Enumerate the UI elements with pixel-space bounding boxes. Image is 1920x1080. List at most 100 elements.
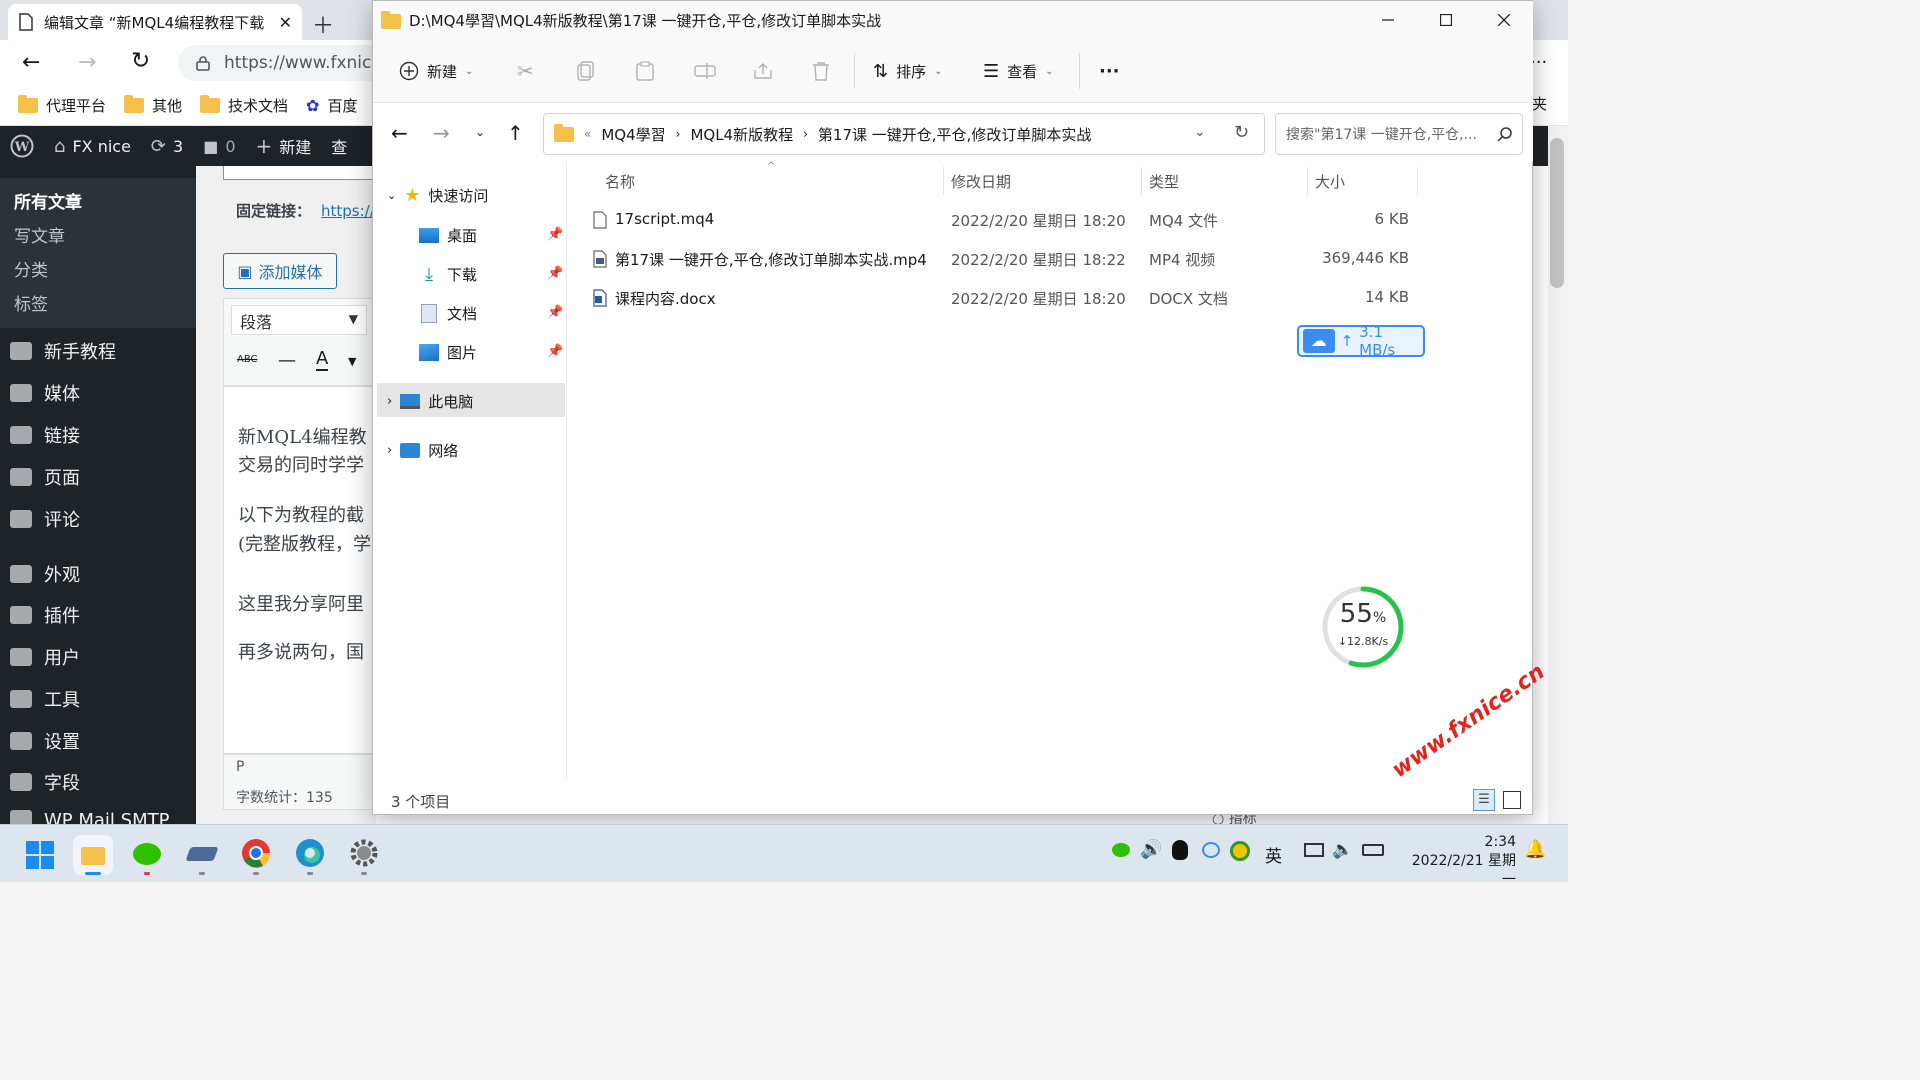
paste-icon[interactable]: [636, 39, 654, 103]
wordpress-logo-icon[interactable]: W: [10, 134, 34, 158]
permalink-link[interactable]: https://: [321, 202, 375, 220]
menu-links[interactable]: 链接: [10, 422, 80, 448]
submenu-tags[interactable]: 标签: [14, 290, 196, 324]
network-speed-gauge[interactable]: 55% ↓12.8K/s: [1321, 585, 1405, 669]
column-divider[interactable]: [1141, 167, 1142, 195]
updates-link[interactable]: ⟳ 3: [151, 136, 183, 157]
sort-button[interactable]: ⇅ 排序 ⌄: [873, 39, 943, 103]
overflow-chevron[interactable]: «: [584, 127, 591, 141]
forward-icon[interactable]: →: [78, 50, 96, 75]
post-title-field[interactable]: [223, 166, 373, 180]
file-explorer-taskbar-icon[interactable]: [73, 835, 113, 875]
speaker-tray-icon[interactable]: 🔈: [1332, 840, 1353, 860]
copy-icon[interactable]: [577, 39, 595, 103]
new-button[interactable]: 新建 ⌄: [399, 39, 473, 103]
comments-link[interactable]: ■ 0: [203, 137, 235, 156]
column-name[interactable]: 名称: [605, 171, 635, 192]
nav-this-pc[interactable]: › 此电脑: [387, 391, 473, 412]
back-icon[interactable]: ←: [22, 50, 40, 75]
menu-media[interactable]: 媒体: [10, 380, 80, 406]
menu-appearance[interactable]: 外观: [10, 561, 80, 587]
view-link[interactable]: 查: [331, 134, 347, 158]
settings-taskbar-icon[interactable]: [344, 835, 384, 875]
details-view-icon[interactable]: ☰: [1473, 789, 1495, 811]
file-row[interactable]: 17script.mq4 2022/2/20 星期日 18:20 MQ4 文件 …: [567, 202, 1427, 238]
more-options-button[interactable]: ···: [1099, 39, 1120, 103]
maximize-button[interactable]: [1417, 1, 1475, 39]
horizontal-line-icon[interactable]: —: [278, 350, 296, 371]
rename-icon[interactable]: [694, 39, 716, 103]
site-name-link[interactable]: ⌂ FX nice: [54, 136, 131, 157]
address-history-icon[interactable]: ⌄: [1194, 124, 1206, 140]
file-row[interactable]: 第17课 一键开仓,平仓,修改订单脚本实战.mp4 2022/2/20 星期日 …: [567, 241, 1427, 277]
edge-taskbar-icon[interactable]: [290, 835, 330, 875]
wechat-tray-icon[interactable]: [1112, 843, 1130, 857]
recent-locations-icon[interactable]: ⌄: [475, 125, 485, 139]
new-content-link[interactable]: + 新建: [256, 134, 312, 158]
up-icon[interactable]: ↑: [507, 121, 524, 145]
breadcrumb-item[interactable]: 第17课 一键开仓,平仓,修改订单脚本实战: [818, 124, 1091, 145]
menu-pages[interactable]: 页面: [10, 464, 80, 490]
nav-quick-access[interactable]: ⌄ ★ 快速访问: [387, 185, 488, 206]
share-icon[interactable]: [753, 39, 773, 103]
ime-indicator[interactable]: 英: [1265, 842, 1282, 867]
column-divider[interactable]: [943, 167, 944, 195]
refresh-icon[interactable]: ↻: [1234, 122, 1249, 143]
column-type[interactable]: 类型: [1149, 171, 1179, 192]
cut-icon[interactable]: ✂: [517, 39, 534, 103]
menu-settings[interactable]: 设置: [10, 728, 80, 754]
nav-desktop[interactable]: 桌面: [419, 225, 477, 246]
wechat-taskbar-icon[interactable]: [127, 835, 167, 875]
forward-icon[interactable]: →: [433, 121, 450, 145]
security-tray-icon[interactable]: [1230, 841, 1250, 861]
strikethrough-icon[interactable]: ABC: [237, 354, 258, 365]
view-button[interactable]: ☰ 查看 ⌄: [983, 39, 1054, 103]
column-date[interactable]: 修改日期: [951, 171, 1011, 192]
search-input[interactable]: 搜索"第17课 一键开仓,平仓,...: [1275, 113, 1523, 155]
nav-downloads[interactable]: ⤓ 下载: [419, 264, 477, 285]
qq-tray-icon[interactable]: [1172, 840, 1188, 860]
bookmark-baidu[interactable]: ✿ 百度: [306, 95, 357, 116]
menu-tools[interactable]: 工具: [10, 686, 80, 712]
minimize-button[interactable]: [1359, 1, 1417, 39]
submenu-all-posts[interactable]: 所有文章: [14, 188, 196, 222]
battery-tray-icon[interactable]: [1362, 844, 1384, 856]
add-media-button[interactable]: ▣ 添加媒体: [223, 253, 337, 289]
start-button[interactable]: [20, 835, 60, 875]
menu-tutorials[interactable]: 新手教程: [10, 338, 116, 364]
delete-icon[interactable]: [812, 39, 830, 103]
menu-users[interactable]: 用户: [10, 644, 80, 670]
file-row[interactable]: 课程内容.docx 2022/2/20 星期日 18:20 DOCX 文档 14…: [567, 280, 1427, 316]
submenu-categories[interactable]: 分类: [14, 256, 196, 290]
vps-taskbar-icon[interactable]: [182, 835, 222, 875]
nav-pictures[interactable]: 图片: [419, 342, 477, 363]
back-icon[interactable]: ←: [391, 121, 408, 145]
menu-comments[interactable]: 评论: [10, 506, 80, 532]
large-icons-view-icon[interactable]: [1503, 791, 1521, 809]
close-tab-icon[interactable]: ✕: [279, 13, 292, 32]
text-color-dropdown-icon[interactable]: ▼: [348, 355, 356, 368]
breadcrumb-item[interactable]: MQ4學習: [601, 124, 665, 145]
submenu-write-post[interactable]: 写文章: [14, 222, 196, 256]
nav-documents[interactable]: 文档: [419, 303, 477, 324]
column-size[interactable]: 大小: [1315, 171, 1345, 192]
notification-bell-icon[interactable]: 🔔: [1524, 839, 1546, 860]
address-breadcrumb[interactable]: « MQ4學習 › MQL4新版教程 › 第17课 一键开仓,平仓,修改订单脚本…: [543, 113, 1265, 155]
system-clock[interactable]: 2:34 2022/2/21 星期一: [1400, 833, 1516, 890]
bookmark-folder[interactable]: 其他: [124, 95, 182, 116]
menu-plugins[interactable]: 插件: [10, 602, 80, 628]
cloud-tray-icon[interactable]: [1202, 842, 1220, 858]
text-color-icon[interactable]: A: [316, 349, 329, 371]
bookmark-folder[interactable]: 代理平台: [18, 95, 106, 116]
new-tab-button[interactable]: ＋: [312, 8, 334, 40]
paragraph-format-select[interactable]: 段落 ▼: [231, 305, 367, 335]
upload-speed-badge[interactable]: ☁ ↑ 3.1 MB/s: [1297, 323, 1425, 359]
page-scrollbar[interactable]: [1548, 126, 1568, 824]
volume-tray-icon[interactable]: 🔊: [1140, 839, 1162, 860]
menu-fields[interactable]: 字段: [10, 769, 80, 795]
chrome-taskbar-icon[interactable]: [236, 835, 276, 875]
nav-network[interactable]: › 网络: [387, 440, 458, 461]
menu-wp-mail-smtp[interactable]: WP Mail SMTP: [10, 810, 169, 824]
breadcrumb-item[interactable]: MQL4新版教程: [690, 124, 793, 145]
browser-tab[interactable]: 编辑文章 “新MQL4编程教程下载 ✕: [8, 4, 302, 40]
